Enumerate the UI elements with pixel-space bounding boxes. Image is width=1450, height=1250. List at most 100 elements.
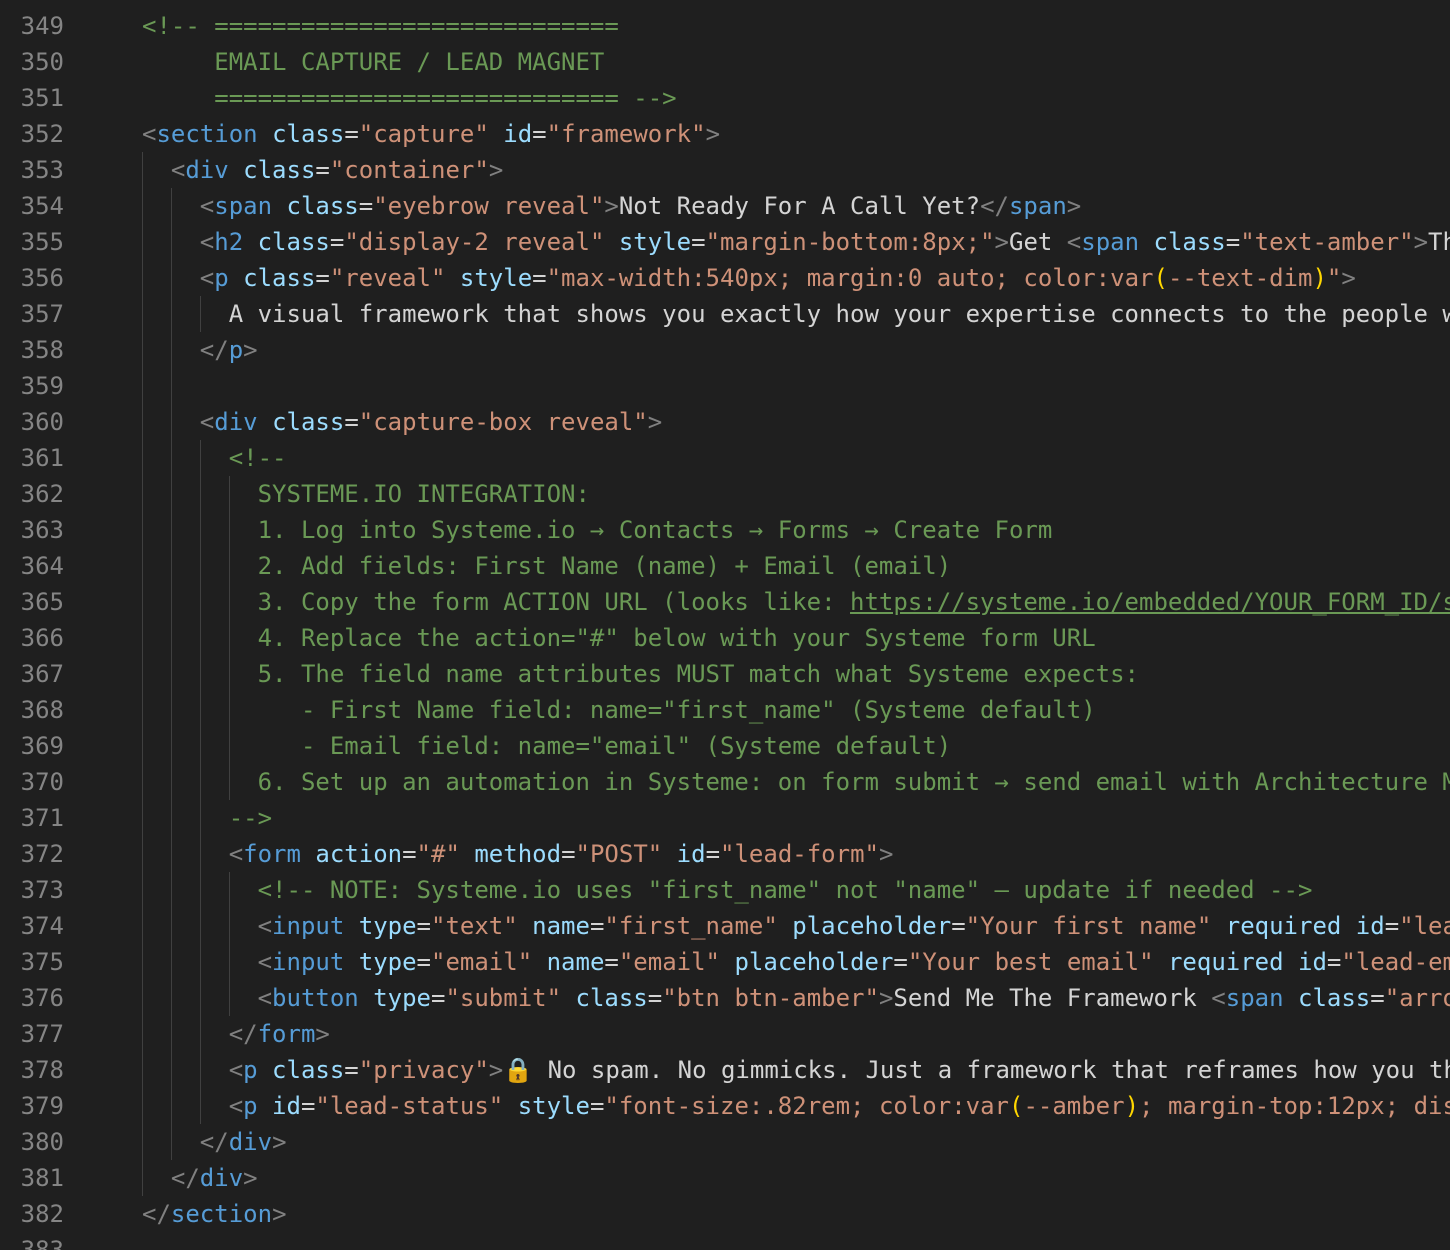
code-token-punct: > bbox=[1066, 192, 1082, 220]
code-editor[interactable]: 349 <!-- ============================ 350 … bbox=[0, 0, 1450, 1250]
code-token-tag: input bbox=[272, 948, 345, 976]
code-token-attr: class bbox=[1298, 984, 1371, 1012]
line-content: - Email field: name="email" (Systeme def… bbox=[258, 728, 951, 764]
line-content: <button type="submit" class="btn btn-amb… bbox=[258, 980, 1450, 1016]
code-token-text: = bbox=[315, 264, 330, 292]
code-line[interactable]: 359 bbox=[0, 368, 1450, 404]
code-line[interactable]: 367 5. The field name attributes MUST mat… bbox=[0, 656, 1450, 692]
code-token-punct: > bbox=[272, 1128, 287, 1156]
line-number: 352 bbox=[20, 120, 64, 148]
code-token-attr: placeholder bbox=[792, 912, 952, 940]
code-token-str: "text" bbox=[431, 912, 518, 940]
code-token-attr: id bbox=[503, 120, 533, 148]
code-line[interactable]: 370 6. Set up an automation in Systeme: o… bbox=[0, 764, 1450, 800]
line-content: <!-- ============================ bbox=[142, 8, 619, 44]
code-token-attr: action bbox=[315, 840, 403, 868]
code-line[interactable]: 350 EMAIL CAPTURE / LEAD MAGNET bbox=[0, 44, 1450, 80]
code-line[interactable]: 380 </div> bbox=[0, 1124, 1450, 1160]
code-token-comment: 5. The field name attributes MUST match … bbox=[257, 660, 1139, 688]
line-content: <h2 class="display-2 reveal" style="marg… bbox=[200, 224, 1450, 260]
code-token-brace: ) bbox=[1312, 264, 1327, 292]
code-line[interactable]: 381 </div> bbox=[0, 1160, 1450, 1196]
code-token-punct: </ bbox=[228, 1020, 258, 1048]
code-line[interactable]: 360 <div class="capture-box reveal"> bbox=[0, 404, 1450, 440]
code-line[interactable]: 365 3. Copy the form ACTION URL (looks li… bbox=[0, 584, 1450, 620]
code-line[interactable]: 352 <section class="capture" id="framewor… bbox=[0, 116, 1450, 152]
code-token-text: Not Ready For A Call Yet? bbox=[618, 192, 981, 220]
code-token-tag: section bbox=[170, 1200, 273, 1228]
code-token-punct: < bbox=[170, 156, 186, 184]
code-token-text: 🔒 No spam. No gimmicks. Just a framework… bbox=[503, 1056, 1450, 1084]
code-token-str: "email" bbox=[431, 948, 533, 976]
code-token-link[interactable]: https://systeme.io/embedded/YOUR_FORM_ID… bbox=[850, 588, 1450, 616]
code-line[interactable]: 379 <p id="lead-status" style="font-size:… bbox=[0, 1088, 1450, 1124]
code-line[interactable]: 353 <div class="container"> bbox=[0, 152, 1450, 188]
code-token-text: = bbox=[561, 840, 576, 868]
code-token-tag: span bbox=[1225, 984, 1284, 1012]
code-line[interactable]: 351 ============================ --> bbox=[0, 80, 1450, 116]
code-token-text: = bbox=[416, 948, 431, 976]
line-content: <input type="text" name="first_name" pla… bbox=[258, 908, 1450, 944]
code-line[interactable]: 378 <p class="privacy">🔒 No spam. No gimm… bbox=[0, 1052, 1450, 1088]
code-token-punct: < bbox=[1066, 228, 1082, 256]
code-line[interactable]: 373 <!-- NOTE: Systeme.io uses "first_nam… bbox=[0, 872, 1450, 908]
code-line[interactable]: 383 bbox=[0, 1232, 1450, 1250]
code-line[interactable]: 358 </p> bbox=[0, 332, 1450, 368]
code-token-tag: div bbox=[228, 1128, 273, 1156]
line-content: A visual framework that shows you exactl… bbox=[229, 296, 1450, 332]
code-token-str: --text-dim bbox=[1167, 264, 1313, 292]
code-token-str: " bbox=[1326, 264, 1342, 292]
code-token-comment: 6. Set up an automation in Systeme: on f… bbox=[257, 768, 1450, 796]
code-token-text: = bbox=[416, 912, 431, 940]
code-token-text: = bbox=[344, 1056, 359, 1084]
code-token-punct: > bbox=[878, 840, 894, 868]
code-line[interactable]: 363 1. Log into Systeme.io → Contacts → F… bbox=[0, 512, 1450, 548]
code-line[interactable]: 364 2. Add fields: First Name (name) + Em… bbox=[0, 548, 1450, 584]
code-line[interactable]: 375 <input type="email" name="email" plac… bbox=[0, 944, 1450, 980]
code-line[interactable]: 354 <span class="eyebrow reveal">Not Read… bbox=[0, 188, 1450, 224]
code-line[interactable]: 374 <input type="text" name="first_name" … bbox=[0, 908, 1450, 944]
code-token-text: Th bbox=[1428, 228, 1450, 256]
code-line[interactable]: 371 --> bbox=[0, 800, 1450, 836]
code-line[interactable]: 356 <p class="reveal" style="max-width:54… bbox=[0, 260, 1450, 296]
code-token-text: A visual framework that shows you exactl… bbox=[228, 300, 1450, 328]
code-line[interactable]: 361 <!-- bbox=[0, 440, 1450, 476]
code-token-comment: EMAIL CAPTURE / LEAD MAGNET bbox=[142, 48, 605, 76]
code-token-str: "Your first name" bbox=[965, 912, 1212, 940]
code-line[interactable]: 372 <form action="#" method="POST" id="le… bbox=[0, 836, 1450, 872]
code-line[interactable]: 368 - First Name field: name="first_name… bbox=[0, 692, 1450, 728]
code-line[interactable]: 355 <h2 class="display-2 reveal" style="m… bbox=[0, 224, 1450, 260]
code-token-str: "privacy" bbox=[358, 1056, 489, 1084]
code-line[interactable]: 382 </section> bbox=[0, 1196, 1450, 1232]
code-token-attr: type bbox=[358, 912, 417, 940]
code-token-str: ; margin-top:12px; dis bbox=[1139, 1092, 1450, 1120]
line-content: <input type="email" name="email" placeho… bbox=[258, 944, 1450, 980]
line-content: </form> bbox=[229, 1016, 330, 1052]
code-token-text: = bbox=[344, 408, 359, 436]
code-token-text: = bbox=[589, 912, 605, 940]
code-line[interactable]: 357 A visual framework that shows you exa… bbox=[0, 296, 1450, 332]
code-token-tag: form bbox=[257, 1020, 316, 1048]
code-token-punct: > bbox=[243, 1164, 258, 1192]
code-token-punct: < bbox=[199, 264, 215, 292]
code-line[interactable]: 377 </form> bbox=[0, 1016, 1450, 1052]
code-line[interactable]: 349 <!-- ============================ bbox=[0, 8, 1450, 44]
line-number: 374 bbox=[20, 912, 64, 940]
code-token-text: = bbox=[402, 840, 417, 868]
line-number: 354 bbox=[20, 192, 64, 220]
code-token-attr: id bbox=[1298, 948, 1327, 976]
code-token-comment: <!-- bbox=[228, 444, 287, 472]
code-line[interactable]: 376 <button type="submit" class="btn btn-… bbox=[0, 980, 1450, 1016]
code-line[interactable]: 369 - Email field: name="email" (Systeme… bbox=[0, 728, 1450, 764]
line-content: 4. Replace the action="#" below with you… bbox=[258, 620, 1096, 656]
code-line[interactable]: 366 4. Replace the action="#" below with … bbox=[0, 620, 1450, 656]
code-line[interactable]: 362 SYSTEME.IO INTEGRATION: bbox=[0, 476, 1450, 512]
code-token-attr: method bbox=[474, 840, 562, 868]
